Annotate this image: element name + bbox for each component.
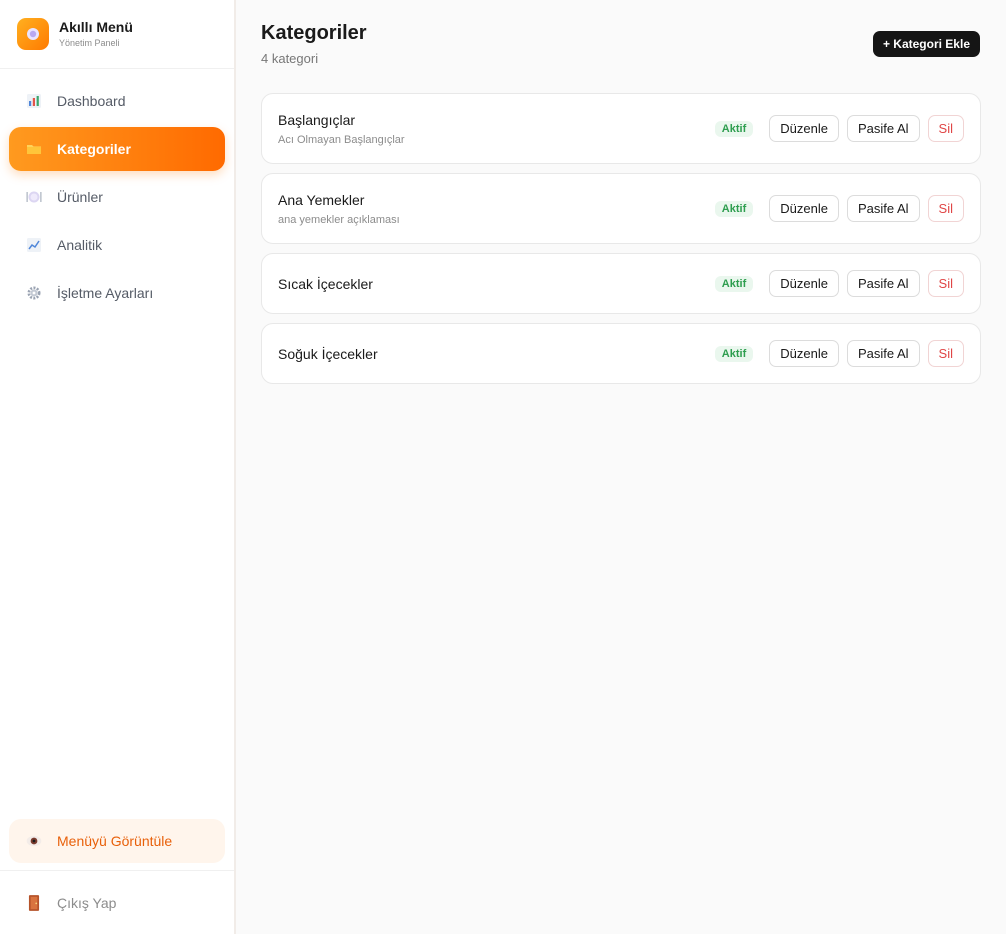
category-name: Ana Yemekler bbox=[278, 191, 365, 208]
category-name: Soğuk İçecekler bbox=[278, 345, 378, 362]
sidebar-bottom: Menüyü Görüntüle Çıkış Yap bbox=[0, 819, 234, 934]
sidebar-item-label: İşletme Ayarları bbox=[57, 285, 154, 301]
app-root: Akıllı Menü Yönetim Paneli Dashboard Kat… bbox=[0, 0, 1006, 934]
category-description: ana yemekler açıklaması bbox=[278, 213, 400, 226]
status-badge: Aktif bbox=[714, 120, 754, 137]
brand-subtitle: Yönetim Paneli bbox=[59, 38, 120, 48]
category-actions: Aktif Düzenle Pasife Al Sil bbox=[714, 115, 964, 142]
add-category-button[interactable]: + Kategori Ekle bbox=[872, 31, 980, 57]
sidebar-item-analitik[interactable]: Analitik bbox=[9, 223, 225, 267]
gear-icon bbox=[25, 284, 43, 302]
deactivate-button[interactable]: Pasife Al bbox=[846, 340, 920, 367]
deactivate-button[interactable]: Pasife Al bbox=[846, 115, 920, 142]
edit-button[interactable]: Düzenle bbox=[769, 115, 839, 142]
main-content: Kategoriler 4 kategori + Kategori Ekle B… bbox=[236, 0, 1006, 934]
sidebar-item-label: Analitik bbox=[57, 237, 103, 253]
folder-icon bbox=[25, 140, 43, 158]
sidebar-item-label: Ürünler bbox=[57, 189, 103, 205]
view-menu-label: Menüyü Görüntüle bbox=[57, 833, 173, 849]
edit-button[interactable]: Düzenle bbox=[769, 270, 839, 297]
sidebar-item-label: Kategoriler bbox=[57, 141, 131, 157]
sidebar-item-isletme-ayarlari[interactable]: İşletme Ayarları bbox=[9, 271, 225, 315]
status-badge: Aktif bbox=[714, 200, 754, 217]
delete-button[interactable]: Sil bbox=[927, 340, 964, 367]
logout-button[interactable]: Çıkış Yap bbox=[0, 871, 234, 934]
sidebar-item-urunler[interactable]: Ürünler bbox=[9, 175, 225, 219]
category-card: Soğuk İçecekler Aktif Düzenle Pasife Al … bbox=[261, 323, 981, 384]
edit-button[interactable]: Düzenle bbox=[769, 195, 839, 222]
category-card: Ana Yemekler ana yemekler açıklaması Akt… bbox=[261, 173, 981, 244]
category-list: Başlangıçlar Acı Olmayan Başlangıçlar Ak… bbox=[261, 93, 981, 384]
door-icon bbox=[25, 894, 43, 912]
status-badge: Aktif bbox=[714, 345, 754, 362]
view-menu-button[interactable]: Menüyü Görüntüle bbox=[9, 819, 225, 863]
sidebar-nav: Dashboard Kategoriler Ürünler Analitik İ… bbox=[0, 69, 234, 319]
category-name: Başlangıçlar bbox=[278, 111, 356, 128]
sidebar-item-kategoriler[interactable]: Kategoriler bbox=[9, 127, 225, 171]
brand-title: Akıllı Menü bbox=[59, 19, 133, 35]
logout-label: Çıkış Yap bbox=[57, 894, 117, 911]
status-badge: Aktif bbox=[714, 275, 754, 292]
category-actions: Aktif Düzenle Pasife Al Sil bbox=[714, 270, 964, 297]
deactivate-button[interactable]: Pasife Al bbox=[846, 270, 920, 297]
eye-icon bbox=[25, 832, 43, 850]
sidebar-item-dashboard[interactable]: Dashboard bbox=[9, 79, 225, 123]
delete-button[interactable]: Sil bbox=[927, 270, 964, 297]
category-card: Başlangıçlar Acı Olmayan Başlangıçlar Ak… bbox=[261, 93, 981, 164]
category-description: Acı Olmayan Başlangıçlar bbox=[278, 133, 405, 146]
line-chart-icon bbox=[25, 236, 43, 254]
brand: Akıllı Menü Yönetim Paneli bbox=[0, 0, 234, 69]
category-name: Sıcak İçecekler bbox=[278, 275, 373, 292]
category-actions: Aktif Düzenle Pasife Al Sil bbox=[714, 195, 964, 222]
sidebar-item-label: Dashboard bbox=[57, 93, 126, 109]
delete-button[interactable]: Sil bbox=[927, 115, 964, 142]
delete-button[interactable]: Sil bbox=[927, 195, 964, 222]
sidebar: Akıllı Menü Yönetim Paneli Dashboard Kat… bbox=[0, 0, 236, 934]
plate-icon bbox=[25, 188, 43, 206]
deactivate-button[interactable]: Pasife Al bbox=[846, 195, 920, 222]
category-actions: Aktif Düzenle Pasife Al Sil bbox=[714, 340, 964, 367]
category-card: Sıcak İçecekler Aktif Düzenle Pasife Al … bbox=[261, 253, 981, 314]
logo-icon bbox=[17, 18, 49, 50]
edit-button[interactable]: Düzenle bbox=[769, 340, 839, 367]
bar-chart-icon bbox=[25, 92, 43, 110]
